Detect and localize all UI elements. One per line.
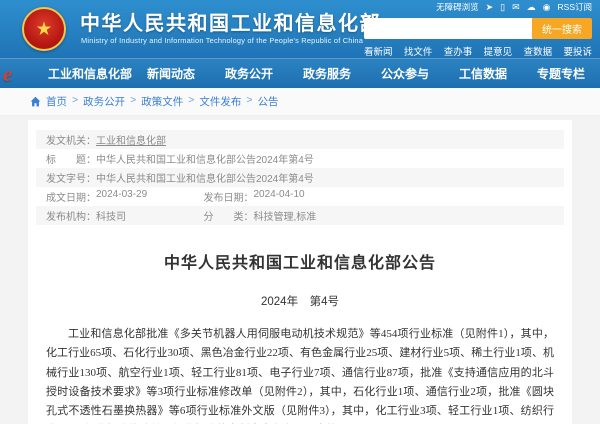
breadcrumb-link[interactable]: 文件发布 xyxy=(199,94,241,109)
meta-label: 分 类： xyxy=(203,212,254,223)
breadcrumb-link[interactable]: 政策文件 xyxy=(141,94,183,109)
utility-icons: ➤ ▯ ✉ ☁ ◉ xyxy=(486,2,551,12)
breadcrumb-items: 首页 > 政务公开 > 政策文件 > 文件发布 > 公告 xyxy=(46,94,279,109)
document-issue-number: 2024年 第4号 xyxy=(261,296,339,308)
meta-value: 科技司 xyxy=(96,212,126,223)
quick-link[interactable]: 提意见 xyxy=(484,44,513,58)
search-bar: 统一搜索 xyxy=(364,18,592,39)
meta-label: 发文机关： xyxy=(46,136,96,147)
breadcrumb: 首页 > 政务公开 > 政策文件 > 文件发布 > 公告 xyxy=(0,88,600,116)
cursor-icon[interactable]: ➤ xyxy=(486,2,494,12)
breadcrumb-separator: > xyxy=(130,94,137,106)
nav-item[interactable]: 公众参与 xyxy=(366,65,444,82)
miit-logo-icon: e xyxy=(3,62,13,86)
nav-item[interactable]: 新闻动态 xyxy=(132,65,210,82)
meta-cell: 发布机构： 科技司 xyxy=(46,208,203,223)
breadcrumb-separator: > xyxy=(72,94,79,106)
breadcrumb-separator: > xyxy=(188,94,195,106)
nav-item[interactable]: 工业和信息化部 xyxy=(48,65,132,82)
site-header: ★ 中华人民共和国工业和信息化部 Ministry of Industry an… xyxy=(0,0,600,58)
document-body: 工业和信息化部批准《多关节机器人用伺服电动机技术规范》等454项行业标准（见附件… xyxy=(46,328,554,417)
content-card: 发文机关： 工业和信息化部标 题： 中华人民共和国工业和信息化部公告2024年第4号… xyxy=(28,120,572,424)
meta-value: 中华人民共和国工业和信息化部公告2024年第4号 xyxy=(96,155,314,166)
breadcrumb-link[interactable]: 首页 xyxy=(46,94,67,109)
quick-link[interactable]: 看新闻 xyxy=(364,44,393,58)
quick-links: 看新闻 找文件 查办事 提意见 查数据 要投诉 xyxy=(364,44,592,58)
meta-value[interactable]: 工业和信息化部 xyxy=(96,132,166,147)
meta-label: 发布机构： xyxy=(46,212,96,223)
meta-label: 发布日期： xyxy=(203,193,254,204)
breadcrumb-link[interactable]: 公告 xyxy=(258,94,279,109)
nav-item[interactable]: 政务公开 xyxy=(210,65,288,82)
search-button[interactable]: 统一搜索 xyxy=(532,18,592,39)
mobile-icon[interactable]: ▯ xyxy=(500,2,505,12)
quick-link[interactable]: 要投诉 xyxy=(563,44,592,58)
breadcrumb-separator: > xyxy=(246,94,253,106)
search-input[interactable] xyxy=(364,18,532,39)
meta-cell: 发文机关： 工业和信息化部 xyxy=(46,132,166,147)
header-right: 无障碍浏览 ➤ ▯ ✉ ☁ ◉ RSS订阅 统一搜索 看新闻 找文件 查办事 提意见 查数据 要投… xyxy=(364,1,592,58)
nav-items: 工业和信息化部 新闻动态 政务公开 政务服务 公众参与 工信数据 专题专栏 xyxy=(48,65,600,82)
site-title: 中华人民共和国工业和信息化部 xyxy=(80,13,381,35)
meta-cell: 发文字号： 中华人民共和国工业和信息化部公告2024年第4号 xyxy=(46,170,314,185)
accessibility-link[interactable]: 无障碍浏览 xyxy=(436,1,479,13)
meta-row: 发布机构： 科技司分 类： 科技管理,标准 xyxy=(36,206,564,225)
home-icon xyxy=(30,96,41,107)
emblem-star-icon: ★ xyxy=(35,18,53,40)
nav-item[interactable]: 工信数据 xyxy=(444,65,522,82)
rss-link[interactable]: RSS订阅 xyxy=(558,1,592,13)
meta-cell: 分 类： 科技管理,标准 xyxy=(203,208,316,223)
quick-link[interactable]: 找文件 xyxy=(404,44,433,58)
meta-value: 中华人民共和国工业和信息化部公告2024年第4号 xyxy=(96,174,314,185)
nav-item[interactable]: 专题专栏 xyxy=(522,65,600,82)
mail-icon[interactable]: ✉ xyxy=(512,2,520,12)
meta-row: 发文机关： 工业和信息化部 xyxy=(36,130,564,149)
meta-cell: 标 题： 中华人民共和国工业和信息化部公告2024年第4号 xyxy=(46,151,314,166)
document-meta-table: 发文机关： 工业和信息化部标 题： 中华人民共和国工业和信息化部公告2024年第4号… xyxy=(36,130,564,225)
quick-link[interactable]: 查数据 xyxy=(524,44,553,58)
meta-cell: 发布日期： 2024-04-10 xyxy=(203,189,304,204)
meta-row: 成文日期： 2024-03-29 发布日期： 2024-04-10 xyxy=(36,187,564,206)
meta-cell: 成文日期： 2024-03-29 xyxy=(46,189,203,204)
national-emblem: ★ xyxy=(22,7,66,51)
document-title: 中华人民共和国工业和信息化部公告 xyxy=(163,255,436,272)
nav-item[interactable]: 政务服务 xyxy=(288,65,366,82)
meta-label: 发文字号： xyxy=(46,174,96,185)
meta-value: 科技管理,标准 xyxy=(253,212,317,223)
meta-value: 2024-04-10 xyxy=(253,189,305,200)
meta-value: 2024-03-29 xyxy=(96,189,148,200)
wechat-icon[interactable]: ☁ xyxy=(527,2,536,12)
meta-row: 发文字号： 中华人民共和国工业和信息化部公告2024年第4号 xyxy=(36,168,564,187)
site-subtitle: Ministry of Industry and Information Tec… xyxy=(81,36,364,45)
meta-row: 标 题： 中华人民共和国工业和信息化部公告2024年第4号 xyxy=(36,149,564,168)
meta-label: 成文日期： xyxy=(46,193,96,204)
meta-label: 标 题： xyxy=(46,155,96,166)
quick-link[interactable]: 查办事 xyxy=(444,44,473,58)
weibo-icon[interactable]: ◉ xyxy=(543,2,551,12)
breadcrumb-link[interactable]: 政务公开 xyxy=(83,94,125,109)
utility-row: 无障碍浏览 ➤ ▯ ✉ ☁ ◉ RSS订阅 xyxy=(364,1,592,13)
main-nav: e 工业和信息化部 新闻动态 政务公开 政务服务 公众参与 工信数据 专题专栏 xyxy=(0,58,600,88)
